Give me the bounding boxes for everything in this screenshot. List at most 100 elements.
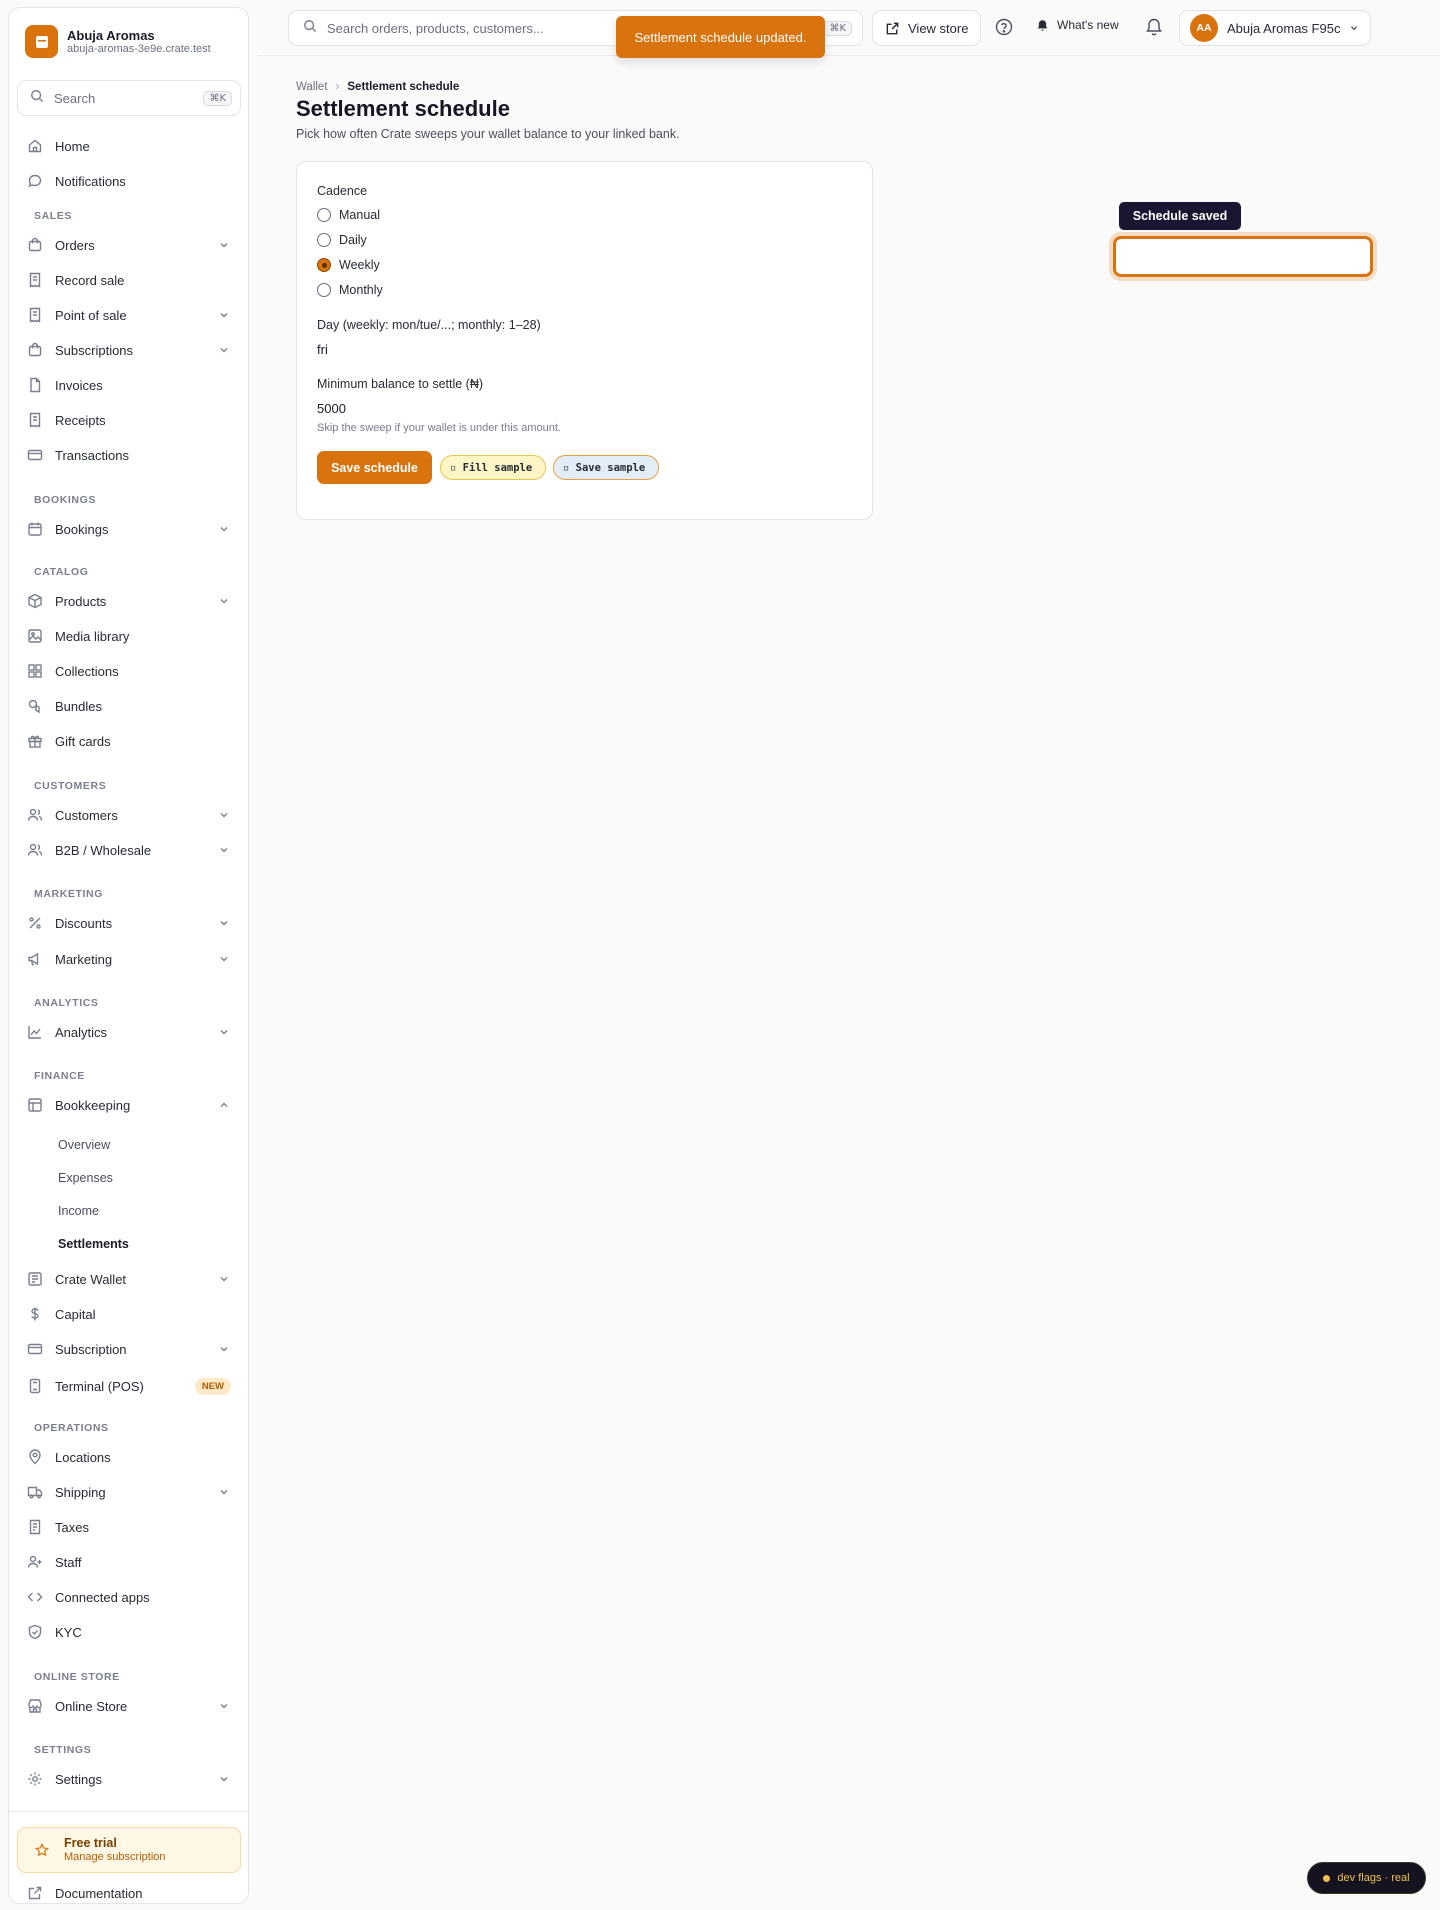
sidebar-item-capital[interactable]: Capital <box>17 1299 241 1329</box>
sidebar-item-connected-apps[interactable]: Connected apps <box>17 1582 241 1612</box>
sidebar-item-label: B2B / Wholesale <box>55 842 152 858</box>
sidebar-item-shipping[interactable]: Shipping <box>17 1477 241 1507</box>
sidebar-item-online-store[interactable]: Online Store <box>17 1691 241 1721</box>
sidebar-item-bookings[interactable]: Bookings <box>17 514 241 544</box>
sidebar-item-gift-cards[interactable]: Gift cards <box>17 726 241 756</box>
bundle-icon <box>27 698 43 714</box>
sidebar-item-documentation[interactable]: Documentation <box>17 1878 241 1908</box>
sidebar-item-label: Notifications <box>55 173 126 189</box>
trial-title: Free trial <box>64 1836 117 1850</box>
chevron-down-icon <box>220 1030 228 1035</box>
sidebar-item-kyc[interactable]: KYC <box>17 1617 241 1647</box>
sidebar-item-crate-wallet[interactable]: Crate Wallet <box>17 1264 241 1294</box>
cadence-option-weekly[interactable]: Weekly <box>317 258 380 272</box>
search-icon <box>30 89 44 108</box>
external-link-icon <box>885 21 900 36</box>
save-sample-button[interactable]: ▫ Save sample <box>553 455 659 480</box>
save-schedule-button[interactable]: Save schedule <box>317 451 432 484</box>
bell-icon[interactable] <box>1144 17 1164 37</box>
sidebar-item-terminal-pos[interactable]: Terminal (POS) NEW <box>17 1371 241 1401</box>
chevron-down-icon <box>220 1277 228 1282</box>
section-bookings: BOOKINGS <box>34 494 96 506</box>
account-name: Abuja Aromas F95c <box>1227 20 1341 36</box>
day-input[interactable]: fri <box>317 342 328 357</box>
sidebar-item-bookkeeping[interactable]: Bookkeeping <box>17 1090 241 1120</box>
cadence-option-manual[interactable]: Manual <box>317 208 380 222</box>
cadence-option-monthly[interactable]: Monthly <box>317 283 383 297</box>
sidebar-item-customers[interactable]: Customers <box>17 800 241 830</box>
sidebar-item-notifications[interactable]: Notifications <box>17 166 241 196</box>
help-icon[interactable] <box>994 17 1014 37</box>
radio-button[interactable] <box>317 208 331 222</box>
sidebar-subitem-settlements[interactable]: Settlements <box>58 1237 129 1251</box>
image-icon <box>27 628 43 644</box>
sidebar-item-staff[interactable]: Staff <box>17 1547 241 1577</box>
sidebar-item-media-library[interactable]: Media library <box>17 621 241 651</box>
sidebar-item-discounts[interactable]: Discounts <box>17 908 241 938</box>
shopping-bag-icon <box>27 342 43 358</box>
sidebar-item-receipts[interactable]: Receipts <box>17 405 241 435</box>
chevron-down-icon <box>220 1490 228 1495</box>
sidebar-item-transactions[interactable]: Transactions <box>17 440 241 470</box>
sidebar-item-record-sale[interactable]: Record sale <box>17 265 241 295</box>
breadcrumb-wallet[interactable]: Wallet <box>296 81 328 93</box>
receipt-icon <box>27 307 43 323</box>
sidebar-item-products[interactable]: Products <box>17 586 241 616</box>
sidebar-item-label: Terminal (POS) <box>55 1378 144 1394</box>
sidebar-item-bundles[interactable]: Bundles <box>17 691 241 721</box>
search-shortcut: ⌘K <box>203 90 232 106</box>
sidebar-item-taxes[interactable]: Taxes <box>17 1512 241 1542</box>
sidebar-item-label: Gift cards <box>55 733 111 749</box>
map-pin-icon <box>27 1449 43 1465</box>
chevron-down-icon <box>220 527 228 532</box>
store-switcher[interactable]: Abuja Aromas abuja-aromas-3e9e.crate.tes… <box>25 25 211 58</box>
sidebar-item-label: Bookings <box>55 521 109 537</box>
sidebar-item-subscriptions[interactable]: Subscriptions <box>17 335 241 365</box>
grid-icon <box>27 663 43 679</box>
sidebar-item-label: Home <box>55 138 90 154</box>
sidebar-item-invoices[interactable]: Invoices <box>17 370 241 400</box>
radio-button[interactable] <box>317 233 331 247</box>
sidebar-item-locations[interactable]: Locations <box>17 1442 241 1472</box>
sidebar-item-label: Bundles <box>55 698 102 714</box>
sidebar-item-orders[interactable]: Orders <box>17 230 241 260</box>
radio-button-selected[interactable] <box>317 258 331 272</box>
sidebar-item-point-of-sale[interactable]: Point of sale <box>17 300 241 330</box>
sidebar-item-label: Products <box>55 593 107 609</box>
sidebar: Abuja Aromas abuja-aromas-3e9e.crate.tes… <box>8 7 249 1904</box>
free-trial-card[interactable]: Free trial Manage subscription <box>17 1827 241 1873</box>
whats-new-button[interactable]: What's new <box>1036 18 1119 32</box>
cadence-option-daily[interactable]: Daily <box>317 233 367 247</box>
sidebar-item-collections[interactable]: Collections <box>17 656 241 686</box>
sidebar-item-home[interactable]: Home <box>17 131 241 161</box>
sidebar-item-b2b-wholesale[interactable]: B2B / Wholesale <box>17 835 241 865</box>
sidebar-item-label: Crate Wallet <box>55 1271 127 1287</box>
chat-bubble-icon <box>27 173 43 189</box>
sidebar-subitem-expenses[interactable]: Expenses <box>58 1171 113 1185</box>
min-balance-label: Minimum balance to settle (₦) <box>317 377 484 391</box>
account-menu[interactable]: AA Abuja Aromas F95c <box>1179 10 1371 46</box>
sidebar-subitem-overview[interactable]: Overview <box>58 1138 110 1152</box>
fill-sample-button[interactable]: ▫ Fill sample <box>440 455 546 480</box>
sidebar-item-marketing[interactable]: Marketing <box>17 944 241 974</box>
manage-subscription-link[interactable]: Manage subscription <box>64 1851 166 1864</box>
sidebar-item-label: Staff <box>55 1554 82 1570</box>
chevron-down-icon <box>220 813 228 818</box>
view-store-button[interactable]: View store <box>872 10 982 46</box>
topbar: Search orders, products, customers... ⌘K… <box>258 0 1440 56</box>
highlighted-field[interactable] <box>1113 236 1373 277</box>
shopping-bag-icon <box>27 237 43 253</box>
sidebar-item-analytics[interactable]: Analytics <box>17 1017 241 1047</box>
dev-flags-pill[interactable]: dev flags · real <box>1307 1862 1426 1894</box>
sidebar-subitem-income[interactable]: Income <box>58 1204 99 1218</box>
radio-button[interactable] <box>317 283 331 297</box>
schedule-saved-tooltip: Schedule saved <box>1119 202 1241 230</box>
sidebar-item-settings[interactable]: Settings <box>17 1764 241 1794</box>
users-icon <box>27 807 43 823</box>
toast-notification: Settlement schedule updated. <box>616 16 825 58</box>
min-balance-input[interactable]: 5000 <box>317 401 346 416</box>
sidebar-item-subscription[interactable]: Subscription <box>17 1334 241 1364</box>
sidebar-item-label: Discounts <box>55 915 113 931</box>
cadence-label: Cadence <box>317 184 368 198</box>
sidebar-search[interactable]: Search ⌘K <box>17 80 241 116</box>
